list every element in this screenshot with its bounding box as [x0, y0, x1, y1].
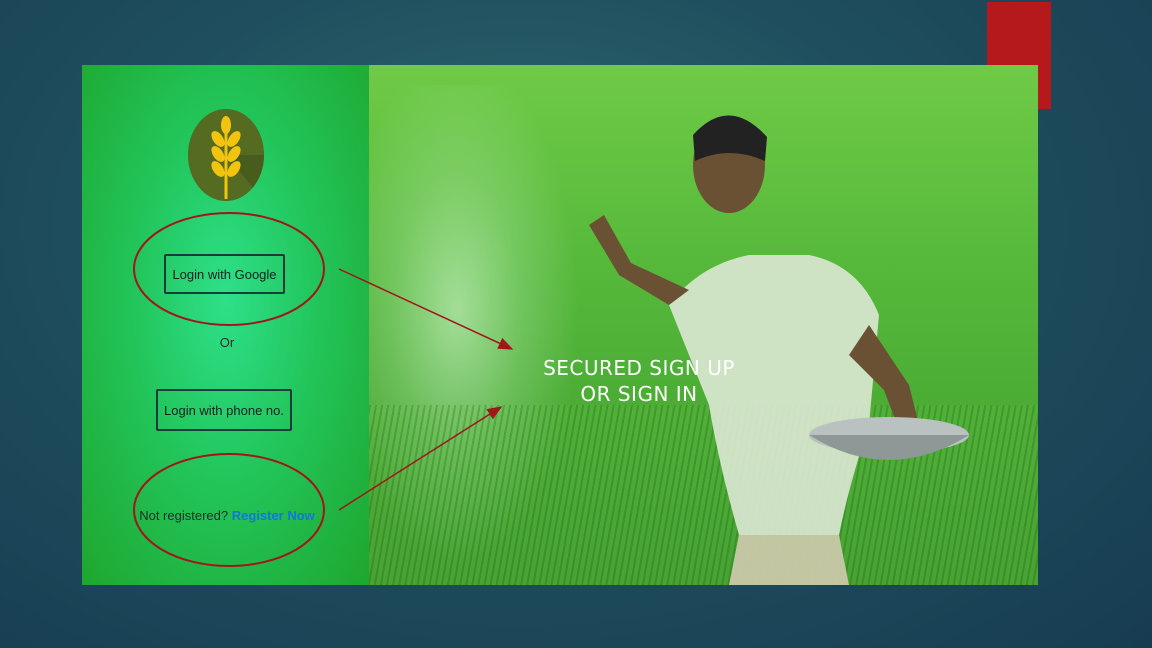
farmer-figure	[589, 115, 969, 585]
register-now-link[interactable]: Register Now	[232, 508, 315, 523]
register-prompt: Not registered? Register Now	[122, 508, 332, 523]
wheat-icon	[188, 109, 264, 201]
or-separator: Or	[219, 335, 235, 350]
hero-caption: SECURED SIGN UP OR SIGN IN	[519, 355, 759, 407]
slide-frame: Login with Google Or Login with phone no…	[82, 65, 1038, 585]
not-registered-text: Not registered?	[139, 508, 229, 523]
login-panel: Login with Google Or Login with phone no…	[82, 65, 369, 585]
hero-caption-line1: SECURED SIGN UP	[543, 356, 735, 380]
hero-image: SECURED SIGN UP OR SIGN IN	[369, 65, 1038, 585]
login-google-button[interactable]: Login with Google	[164, 254, 285, 294]
login-phone-button[interactable]: Login with phone no.	[156, 389, 292, 431]
hero-caption-line2: OR SIGN IN	[580, 382, 698, 406]
